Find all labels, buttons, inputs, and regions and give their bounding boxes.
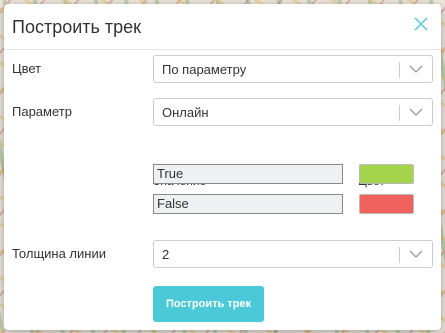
select-separator: [399, 105, 400, 121]
line-width-select[interactable]: 2: [153, 240, 433, 268]
chevron-down-icon: [409, 250, 423, 258]
line-width-label: Толщина линии: [12, 246, 106, 261]
build-track-button[interactable]: Построить трек: [153, 286, 264, 322]
param-select[interactable]: Онлайн: [153, 98, 433, 126]
line-width-value: 2: [162, 247, 170, 262]
close-icon[interactable]: [411, 14, 431, 34]
build-track-dialog: Построить трек Цвет По параметру Парамет…: [4, 4, 441, 330]
value-field-true[interactable]: True: [153, 164, 343, 184]
chevron-down-icon: [409, 65, 423, 73]
dialog-title: Построить трек: [12, 17, 142, 37]
color-select[interactable]: По параметру: [153, 55, 433, 83]
color-swatch-false[interactable]: [359, 194, 414, 214]
select-separator: [399, 62, 400, 78]
chevron-down-icon: [409, 108, 423, 116]
color-swatch-true[interactable]: [359, 164, 414, 184]
param-label: Параметр: [12, 104, 72, 119]
title-divider: [4, 49, 441, 50]
color-label: Цвет: [12, 61, 42, 76]
select-separator: [399, 247, 400, 263]
param-select-value: Онлайн: [162, 105, 209, 120]
color-select-value: По параметру: [162, 62, 247, 77]
value-field-false[interactable]: False: [153, 194, 343, 214]
